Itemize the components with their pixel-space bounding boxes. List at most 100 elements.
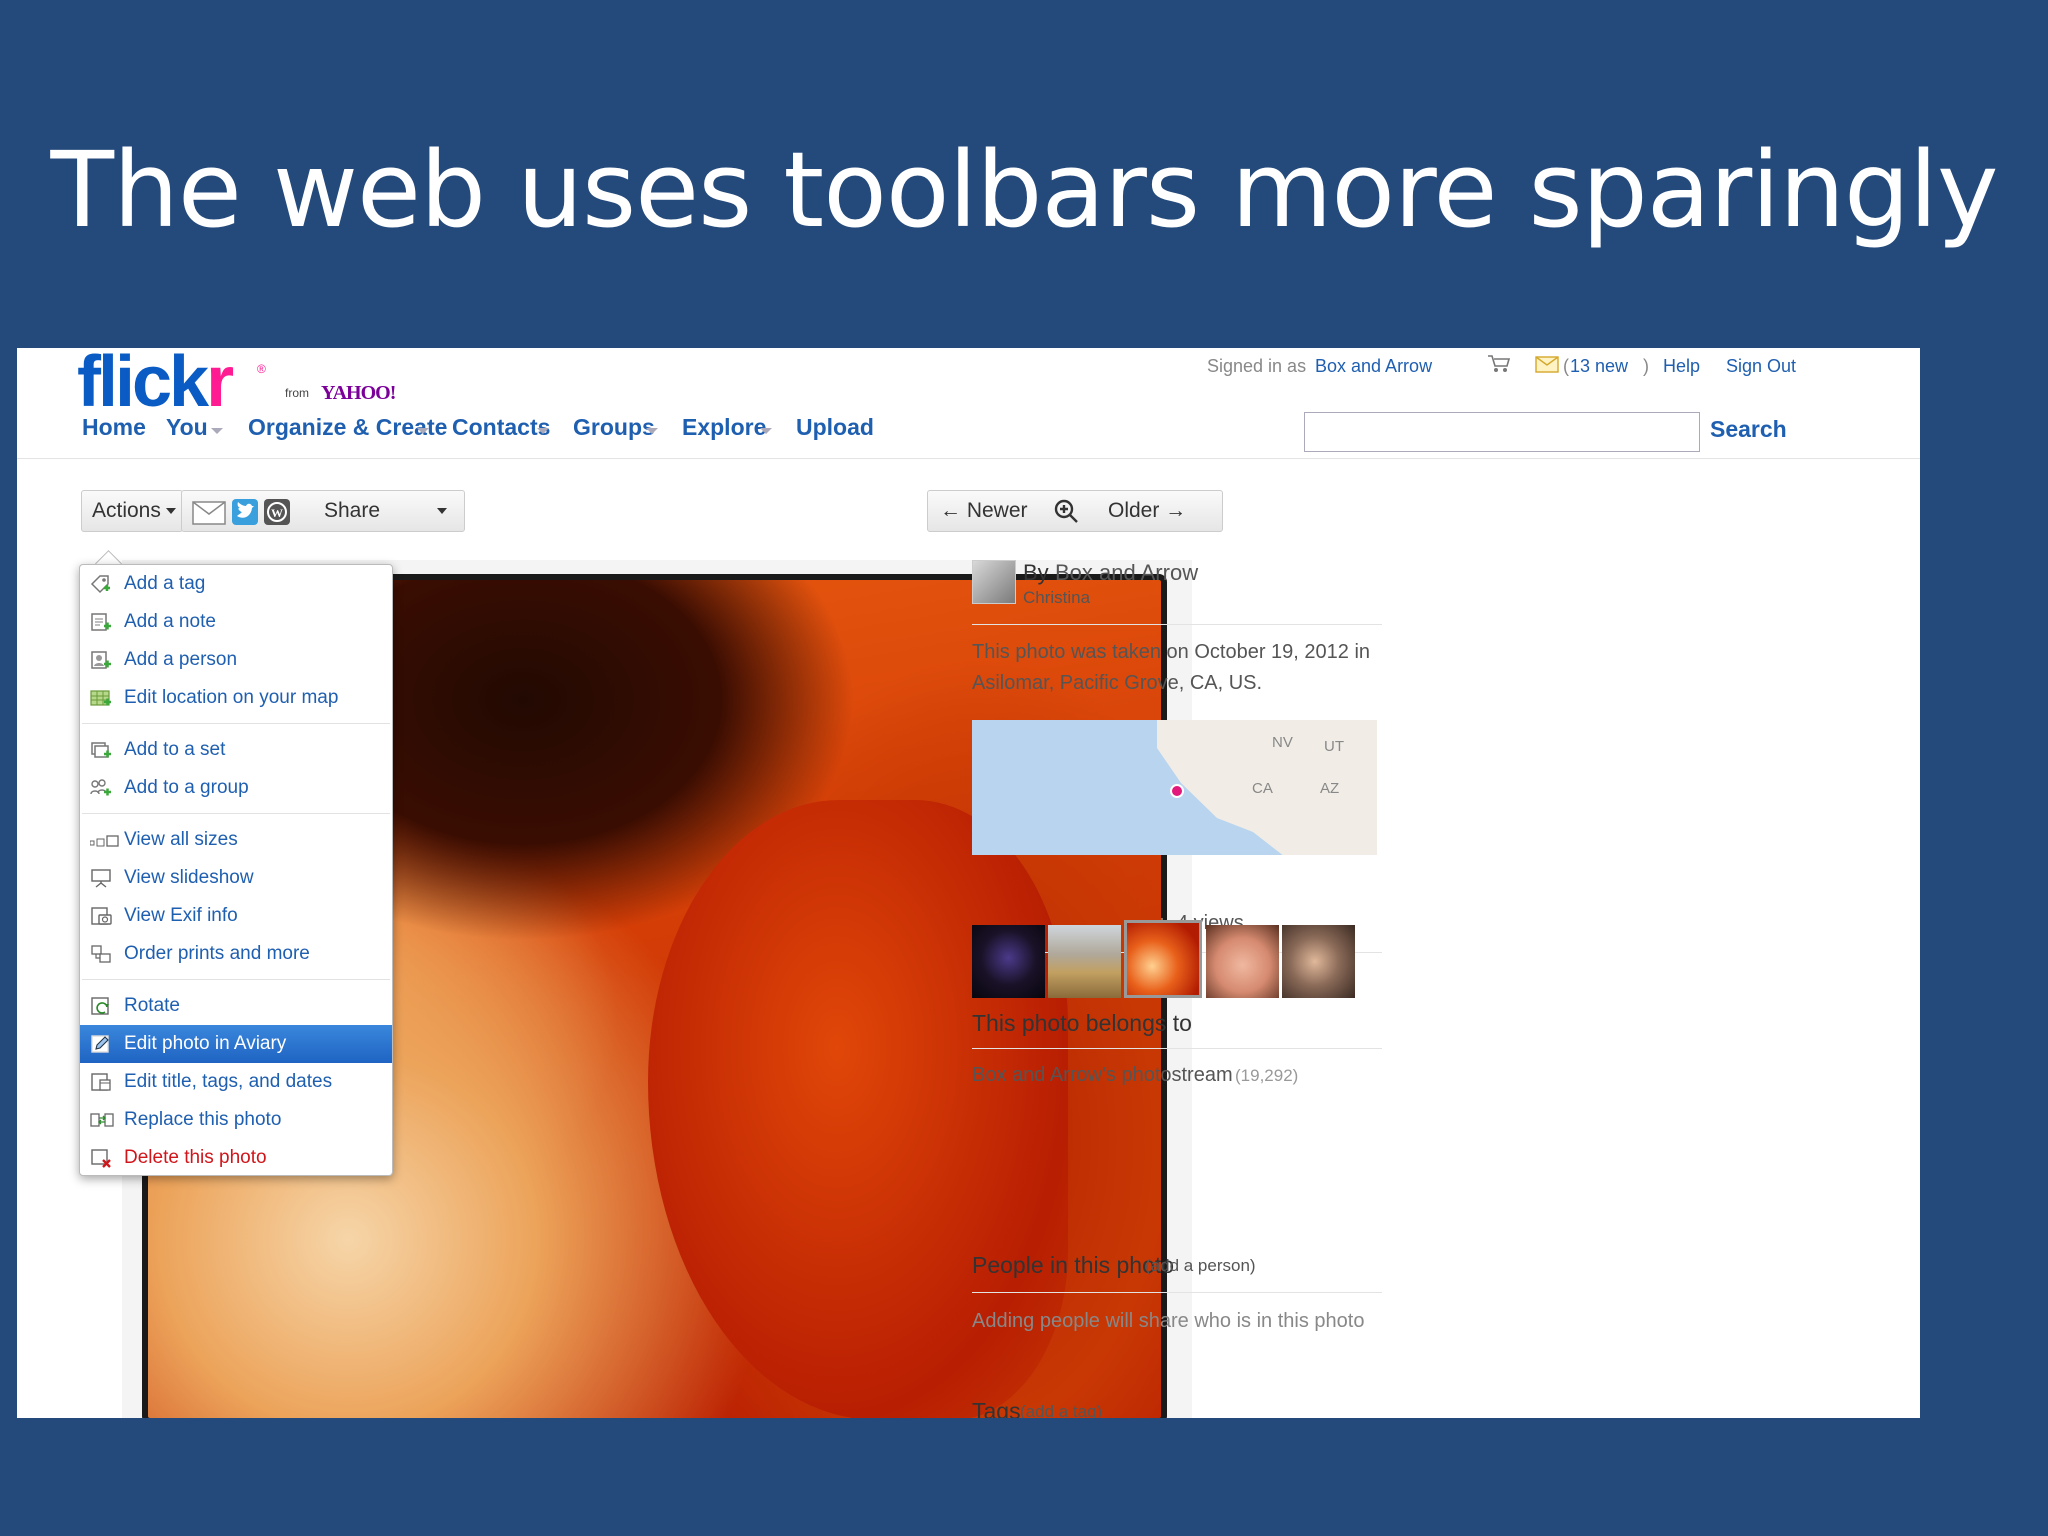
nav-groups-chevron-icon[interactable] <box>646 428 658 434</box>
twitter-icon[interactable] <box>232 499 258 530</box>
nav-you-chevron-icon[interactable] <box>211 428 223 434</box>
menu-separator <box>82 979 390 980</box>
map-pin-icon[interactable] <box>1170 784 1184 798</box>
sidebar-divider <box>972 624 1382 625</box>
older-button[interactable]: Older → <box>1108 499 1186 523</box>
rotate-icon <box>90 996 112 1016</box>
header-divider <box>17 458 1920 459</box>
menu-separator <box>82 813 390 814</box>
photostream-thumb-2[interactable] <box>1048 925 1121 998</box>
photo-pager: ← Newer Older → <box>927 490 1223 532</box>
sidebar-divider <box>972 1292 1382 1293</box>
menu-label: Add a person <box>124 649 238 670</box>
nav-upload[interactable]: Upload <box>796 414 874 441</box>
newer-button[interactable]: ← Newer <box>940 499 1028 523</box>
wordpress-icon[interactable]: W <box>264 499 290 530</box>
nav-you[interactable]: You <box>166 414 208 441</box>
nav-home[interactable]: Home <box>82 414 146 441</box>
menu-item-view-exif[interactable]: View Exif info <box>80 897 392 935</box>
map-label-ut: UT <box>1324 738 1344 755</box>
photostream-count: (19,292) <box>1235 1066 1299 1085</box>
mail-paren-close: ) <box>1643 356 1649 376</box>
logo-registered: ® <box>257 362 266 376</box>
add-tag-link[interactable]: (add a tag) <box>1020 1402 1102 1418</box>
owner-link[interactable]: Box and Arrow <box>1055 560 1198 586</box>
menu-separator <box>82 723 390 724</box>
prints-icon <box>90 944 112 964</box>
nav-contacts-chevron-icon[interactable] <box>537 428 549 434</box>
person-icon <box>90 650 112 670</box>
menu-item-edit-location[interactable]: Edit location on your map <box>80 679 392 717</box>
exif-icon <box>90 906 112 926</box>
map-icon <box>90 688 112 708</box>
photostream-link[interactable]: Box and Arrow's photostream <box>972 1064 1233 1087</box>
photostream-thumb-current[interactable] <box>1124 920 1202 998</box>
menu-item-edit-title-tags-dates[interactable]: Edit title, tags, and dates <box>80 1063 392 1101</box>
map-label-nv: NV <box>1272 734 1293 751</box>
menu-item-view-slideshow[interactable]: View slideshow <box>80 859 392 897</box>
mail-paren-open: ( <box>1563 356 1569 376</box>
flickr-screenshot: flickr ® from YAHOO! Home You Organize &… <box>17 348 1920 1418</box>
logo-flickr-text: flick <box>77 348 209 422</box>
share-caret-icon[interactable] <box>437 508 447 514</box>
menu-item-order-prints[interactable]: Order prints and more <box>80 935 392 973</box>
actions-menu: Add a tag Add a note Add a person Edit l… <box>79 564 393 1176</box>
photostream-thumb-5[interactable] <box>1282 925 1355 998</box>
signed-in-user-link[interactable]: Box and Arrow <box>1315 356 1432 377</box>
search-button[interactable]: Search <box>1710 416 1787 443</box>
tag-icon <box>90 574 112 594</box>
menu-label: Order prints and more <box>124 943 310 964</box>
note-icon <box>90 612 112 632</box>
people-note: Adding people will share who is in this … <box>972 1310 1365 1332</box>
menu-item-replace-photo[interactable]: Replace this photo <box>80 1101 392 1139</box>
group-icon <box>90 778 112 798</box>
taken-line-2: Asilomar, Pacific Grove, CA, US. <box>972 672 1263 694</box>
email-share-icon[interactable] <box>192 501 226 530</box>
sign-out-link[interactable]: Sign Out <box>1726 356 1796 377</box>
menu-label: Replace this photo <box>124 1109 282 1130</box>
photostream-thumb-1[interactable] <box>972 925 1045 998</box>
menu-item-add-to-group[interactable]: Add to a group <box>80 769 392 807</box>
logo-from: from <box>285 386 309 400</box>
menu-item-rotate[interactable]: Rotate <box>80 987 392 1025</box>
menu-item-add-to-set[interactable]: Add to a set <box>80 731 392 769</box>
search-input[interactable] <box>1304 412 1700 452</box>
nav-explore-chevron-icon[interactable] <box>760 428 772 434</box>
tags-heading: Tags <box>972 1398 1021 1418</box>
menu-label: Add a tag <box>124 573 206 594</box>
share-label[interactable]: Share <box>324 499 380 523</box>
zoom-icon[interactable] <box>1052 497 1080 530</box>
menu-item-add-person[interactable]: Add a person <box>80 641 392 679</box>
map-label-nm: NM <box>1376 800 1377 817</box>
mail-count-link[interactable]: 13 new <box>1570 356 1628 377</box>
set-icon <box>90 740 112 760</box>
menu-label: Edit location on your map <box>124 687 339 708</box>
actions-button[interactable]: Actions <box>81 490 183 532</box>
people-heading: People in this photo <box>972 1252 1175 1278</box>
owner-avatar[interactable] <box>972 560 1016 604</box>
help-link[interactable]: Help <box>1663 356 1700 377</box>
menu-item-add-tag[interactable]: Add a tag <box>80 565 392 603</box>
nav-groups[interactable]: Groups <box>573 414 655 441</box>
belongs-heading: This photo belongs to <box>972 1010 1192 1036</box>
cart-icon[interactable] <box>1487 354 1511 372</box>
photostream-thumb-4[interactable] <box>1206 925 1279 998</box>
mail-icon[interactable] <box>1535 356 1559 373</box>
menu-label: Delete this photo <box>124 1147 267 1168</box>
by-label: By <box>1023 560 1049 585</box>
menu-item-view-all-sizes[interactable]: View all sizes <box>80 821 392 859</box>
menu-item-edit-in-aviary[interactable]: Edit photo in Aviary <box>80 1025 392 1063</box>
menu-label: View Exif info <box>124 905 238 926</box>
nav-contacts[interactable]: Contacts <box>452 414 550 441</box>
nav-explore[interactable]: Explore <box>682 414 766 441</box>
add-person-link[interactable]: (add a person) <box>1145 1256 1256 1276</box>
location-map[interactable]: NV UT CO NE KS CA AZ NM TX <box>972 720 1377 855</box>
map-label-ca: CA <box>1252 780 1273 797</box>
menu-label: Edit title, tags, and dates <box>124 1071 333 1092</box>
menu-item-add-note[interactable]: Add a note <box>80 603 392 641</box>
actions-caret-icon <box>166 508 176 514</box>
calendar-icon <box>90 1072 112 1092</box>
nav-organize-chevron-icon[interactable] <box>417 428 429 434</box>
menu-label: Add to a group <box>124 777 249 798</box>
menu-item-delete-photo[interactable]: Delete this photo <box>80 1139 392 1177</box>
